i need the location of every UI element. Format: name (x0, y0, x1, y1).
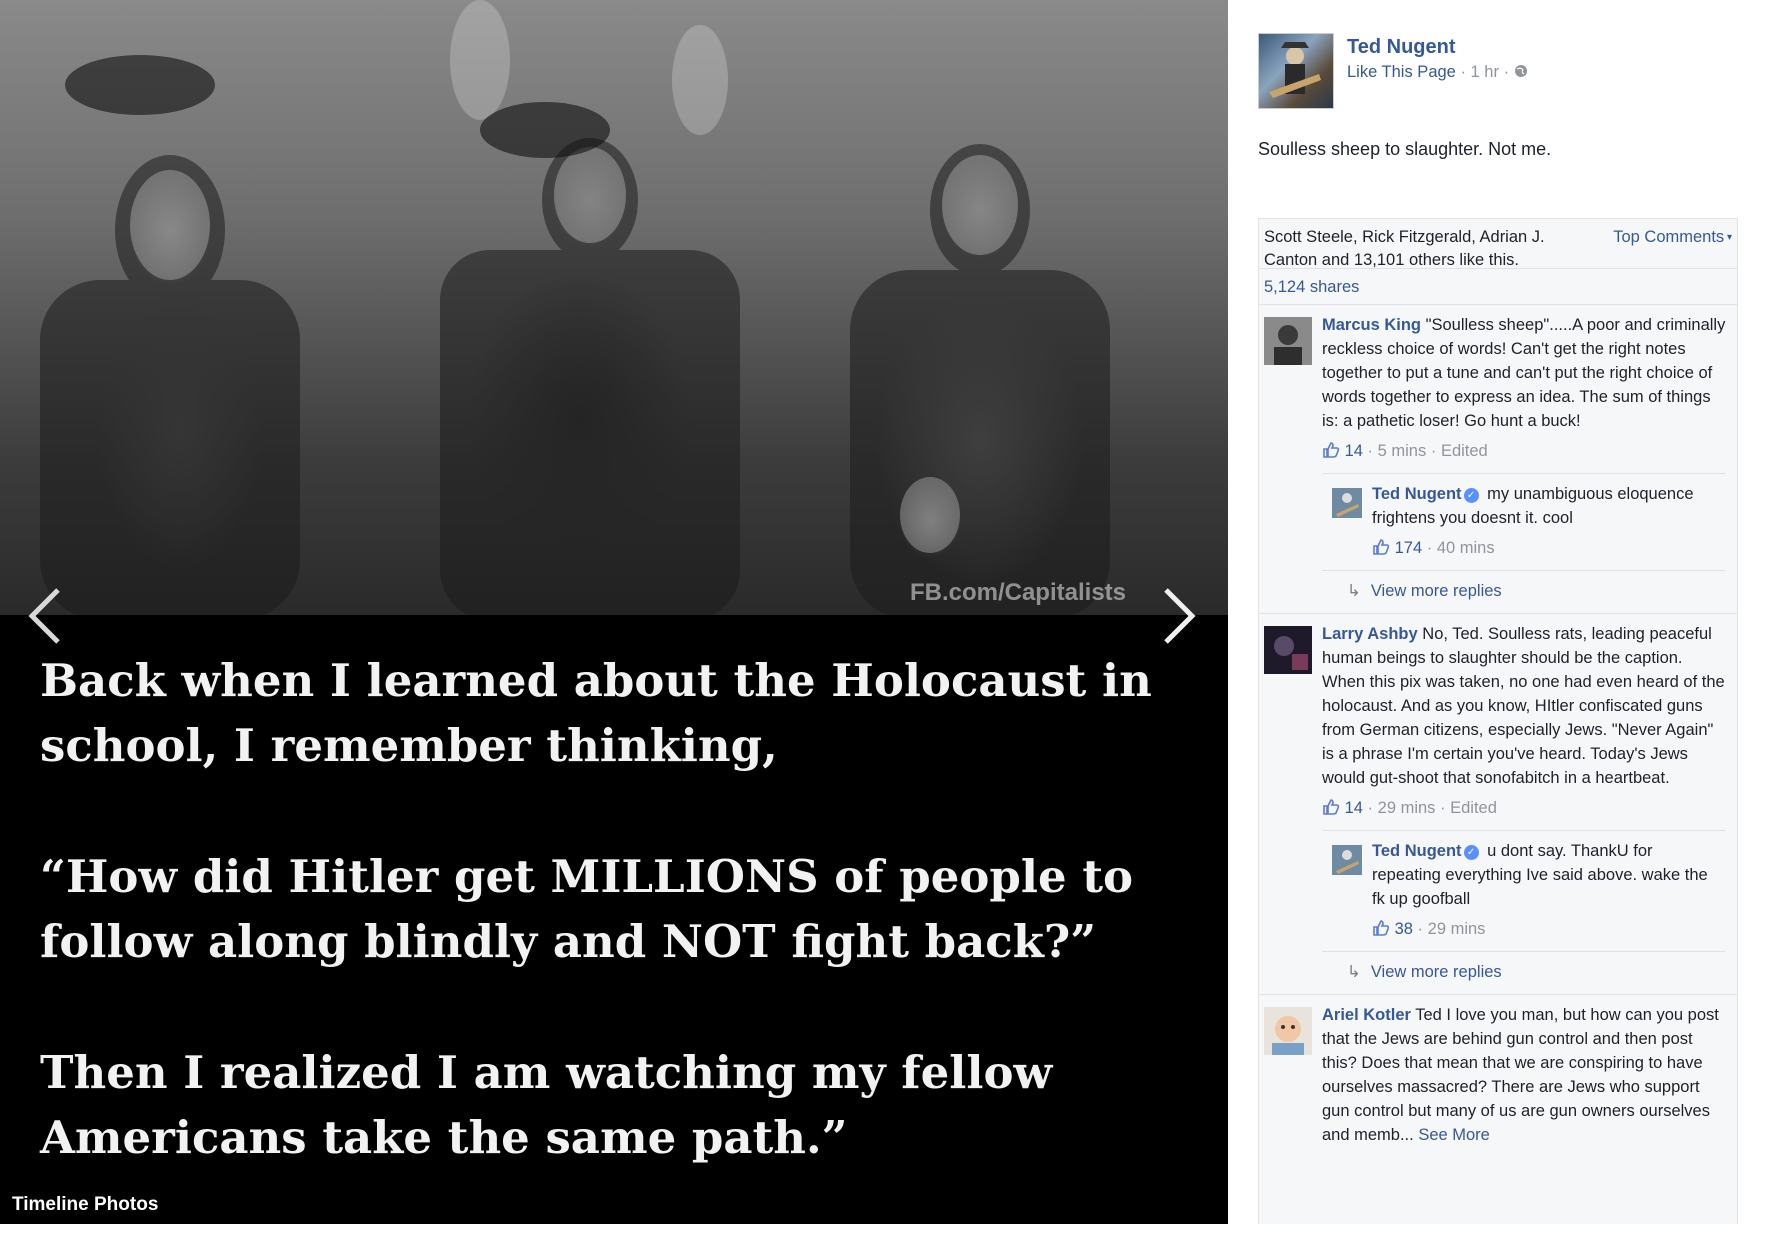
reply-body: Ted Nugent ✓ u dont say. ThankU for repea… (1372, 839, 1725, 941)
reply-arrow-icon: ↳ (1347, 582, 1361, 600)
separator: · (1440, 799, 1451, 817)
likes-summary[interactable]: Scott Steele, Rick Fitzgerald, Adrian J.… (1264, 226, 1584, 272)
comment: Larry Ashby No, Ted. Soulless rats, lead… (1259, 614, 1737, 995)
thumbs-up-icon (1323, 799, 1340, 815)
comment-author[interactable]: Marcus King (1322, 316, 1421, 334)
comment-body: Ariel Kotler Ted I love you man, but how… (1322, 1003, 1727, 1147)
thumbs-up-icon (1323, 442, 1340, 458)
post-time[interactable]: 1 hr (1471, 63, 1499, 81)
photo-crowd-silhouettes (40, 0, 1110, 615)
reply-like-count[interactable]: 38 (1372, 920, 1413, 938)
comment-author[interactable]: Ariel Kotler (1322, 1006, 1411, 1024)
verified-badge-icon: ✓ (1463, 845, 1479, 860)
like-count-value: 174 (1394, 539, 1423, 557)
reply-meta: 38 · 29 mins (1372, 917, 1725, 941)
post-text: Soulless sheep to slaughter. Not me. (1258, 139, 1552, 159)
reply-time[interactable]: 29 mins (1428, 920, 1486, 938)
comment-body: Larry Ashby No, Ted. Soulless rats, lead… (1322, 622, 1727, 820)
separator: · (1503, 63, 1514, 81)
view-more-replies-label: View more replies (1370, 963, 1502, 981)
separator: · (1367, 799, 1378, 817)
separator: · (1417, 920, 1428, 938)
page-avatar[interactable] (1258, 33, 1334, 109)
verified-badge-icon: ✓ (1463, 488, 1479, 503)
comment-time[interactable]: 29 mins (1378, 799, 1436, 817)
reply: Ted Nugent ✓ my unambiguous eloquence fri… (1322, 473, 1725, 560)
comment-author[interactable]: Larry Ashby (1322, 625, 1418, 643)
like-count-value: 14 (1344, 442, 1363, 460)
caption-line: Back when I learned about the Holocaust … (40, 654, 1152, 772)
comment-body: Marcus King "Soulless sheep".....A poor … (1322, 313, 1727, 463)
reply-avatar[interactable] (1332, 488, 1362, 518)
view-more-replies-label: View more replies (1370, 582, 1502, 600)
photo-viewer: FB.com/Capitalists Back when I learned a… (0, 0, 1228, 1224)
caption-line: Then I realized I am watching my fellow … (40, 1046, 1053, 1164)
photo-watermark: FB.com/Capitalists (909, 579, 1126, 606)
view-more-replies-link[interactable]: ↳ View more replies (1322, 951, 1725, 994)
comment-text: No, Ted. Soulless rats, leading peaceful… (1322, 625, 1725, 787)
edited-label[interactable]: Edited (1450, 799, 1497, 817)
comment-time[interactable]: 5 mins (1378, 442, 1427, 460)
photo-caption: Back when I learned about the Holocaust … (40, 648, 1210, 1236)
previous-photo-button[interactable] (26, 586, 66, 646)
shares-count[interactable]: 5,124 shares (1259, 269, 1737, 305)
like-count-value: 14 (1344, 799, 1363, 817)
commenter-avatar[interactable] (1264, 1007, 1312, 1055)
comment-meta: 14 · 29 mins · Edited (1322, 796, 1727, 820)
reply-avatar[interactable] (1332, 845, 1362, 875)
reply-body: Ted Nugent ✓ my unambiguous eloquence fri… (1372, 482, 1725, 560)
commenter-avatar[interactable] (1264, 626, 1312, 674)
page-name[interactable]: Ted Nugent (1347, 36, 1456, 59)
reply-like-count[interactable]: 174 (1372, 539, 1422, 557)
post-sidebar: Ted Nugent Like This Page · 1 hr · Soull… (1228, 0, 1769, 1224)
edited-label[interactable]: Edited (1441, 442, 1488, 460)
separator: · (1367, 442, 1378, 460)
like-page-link[interactable]: Like This Page (1347, 63, 1456, 81)
chevron-right-icon (1164, 588, 1196, 644)
album-link[interactable]: Timeline Photos (12, 1194, 158, 1216)
caret-down-icon: ▾ (1724, 232, 1732, 243)
photo[interactable]: FB.com/Capitalists (0, 0, 1228, 615)
reply: Ted Nugent ✓ u dont say. ThankU for repea… (1322, 830, 1725, 941)
guitarist-icon (1269, 42, 1321, 98)
comment-text: Ted I love you man, but how can you post… (1322, 1006, 1719, 1144)
comment-meta: 14 · 5 mins · Edited (1322, 439, 1727, 463)
view-more-replies-link[interactable]: ↳ View more replies (1322, 570, 1725, 613)
separator: · (1426, 539, 1437, 557)
thumbs-up-icon (1373, 539, 1390, 555)
comment-like-count[interactable]: 14 (1322, 799, 1363, 817)
comments-panel: Scott Steele, Rick Fitzgerald, Adrian J.… (1258, 218, 1738, 1224)
comment-like-count[interactable]: 14 (1322, 442, 1363, 460)
separator: · (1430, 442, 1441, 460)
comment: Marcus King "Soulless sheep".....A poor … (1259, 305, 1737, 614)
next-photo-button[interactable] (1158, 586, 1198, 646)
commenter-avatar[interactable] (1264, 317, 1312, 365)
caption-line: “How did Hitler get MILLIONS of people t… (40, 850, 1134, 968)
globe-icon[interactable] (1514, 64, 1528, 78)
reply-meta: 174 · 40 mins (1372, 536, 1725, 560)
chevron-left-icon (28, 588, 60, 644)
comment-sort-label: Top Comments (1613, 228, 1725, 246)
reply-author[interactable]: Ted Nugent (1372, 842, 1462, 860)
comment: Ariel Kotler Ted I love you man, but how… (1259, 995, 1737, 1147)
separator: · (1460, 63, 1471, 81)
see-more-link[interactable]: See More (1418, 1126, 1490, 1144)
post-meta: Like This Page · 1 hr · (1347, 63, 1528, 82)
comment-sort-dropdown[interactable]: Top Comments ▾ (1613, 226, 1732, 249)
likes-summary-row: Scott Steele, Rick Fitzgerald, Adrian J.… (1259, 219, 1737, 269)
thumbs-up-icon (1373, 920, 1390, 936)
reply-time[interactable]: 40 mins (1437, 539, 1495, 557)
reply-author[interactable]: Ted Nugent (1372, 485, 1462, 503)
like-count-value: 38 (1394, 920, 1413, 938)
reply-arrow-icon: ↳ (1347, 963, 1361, 981)
